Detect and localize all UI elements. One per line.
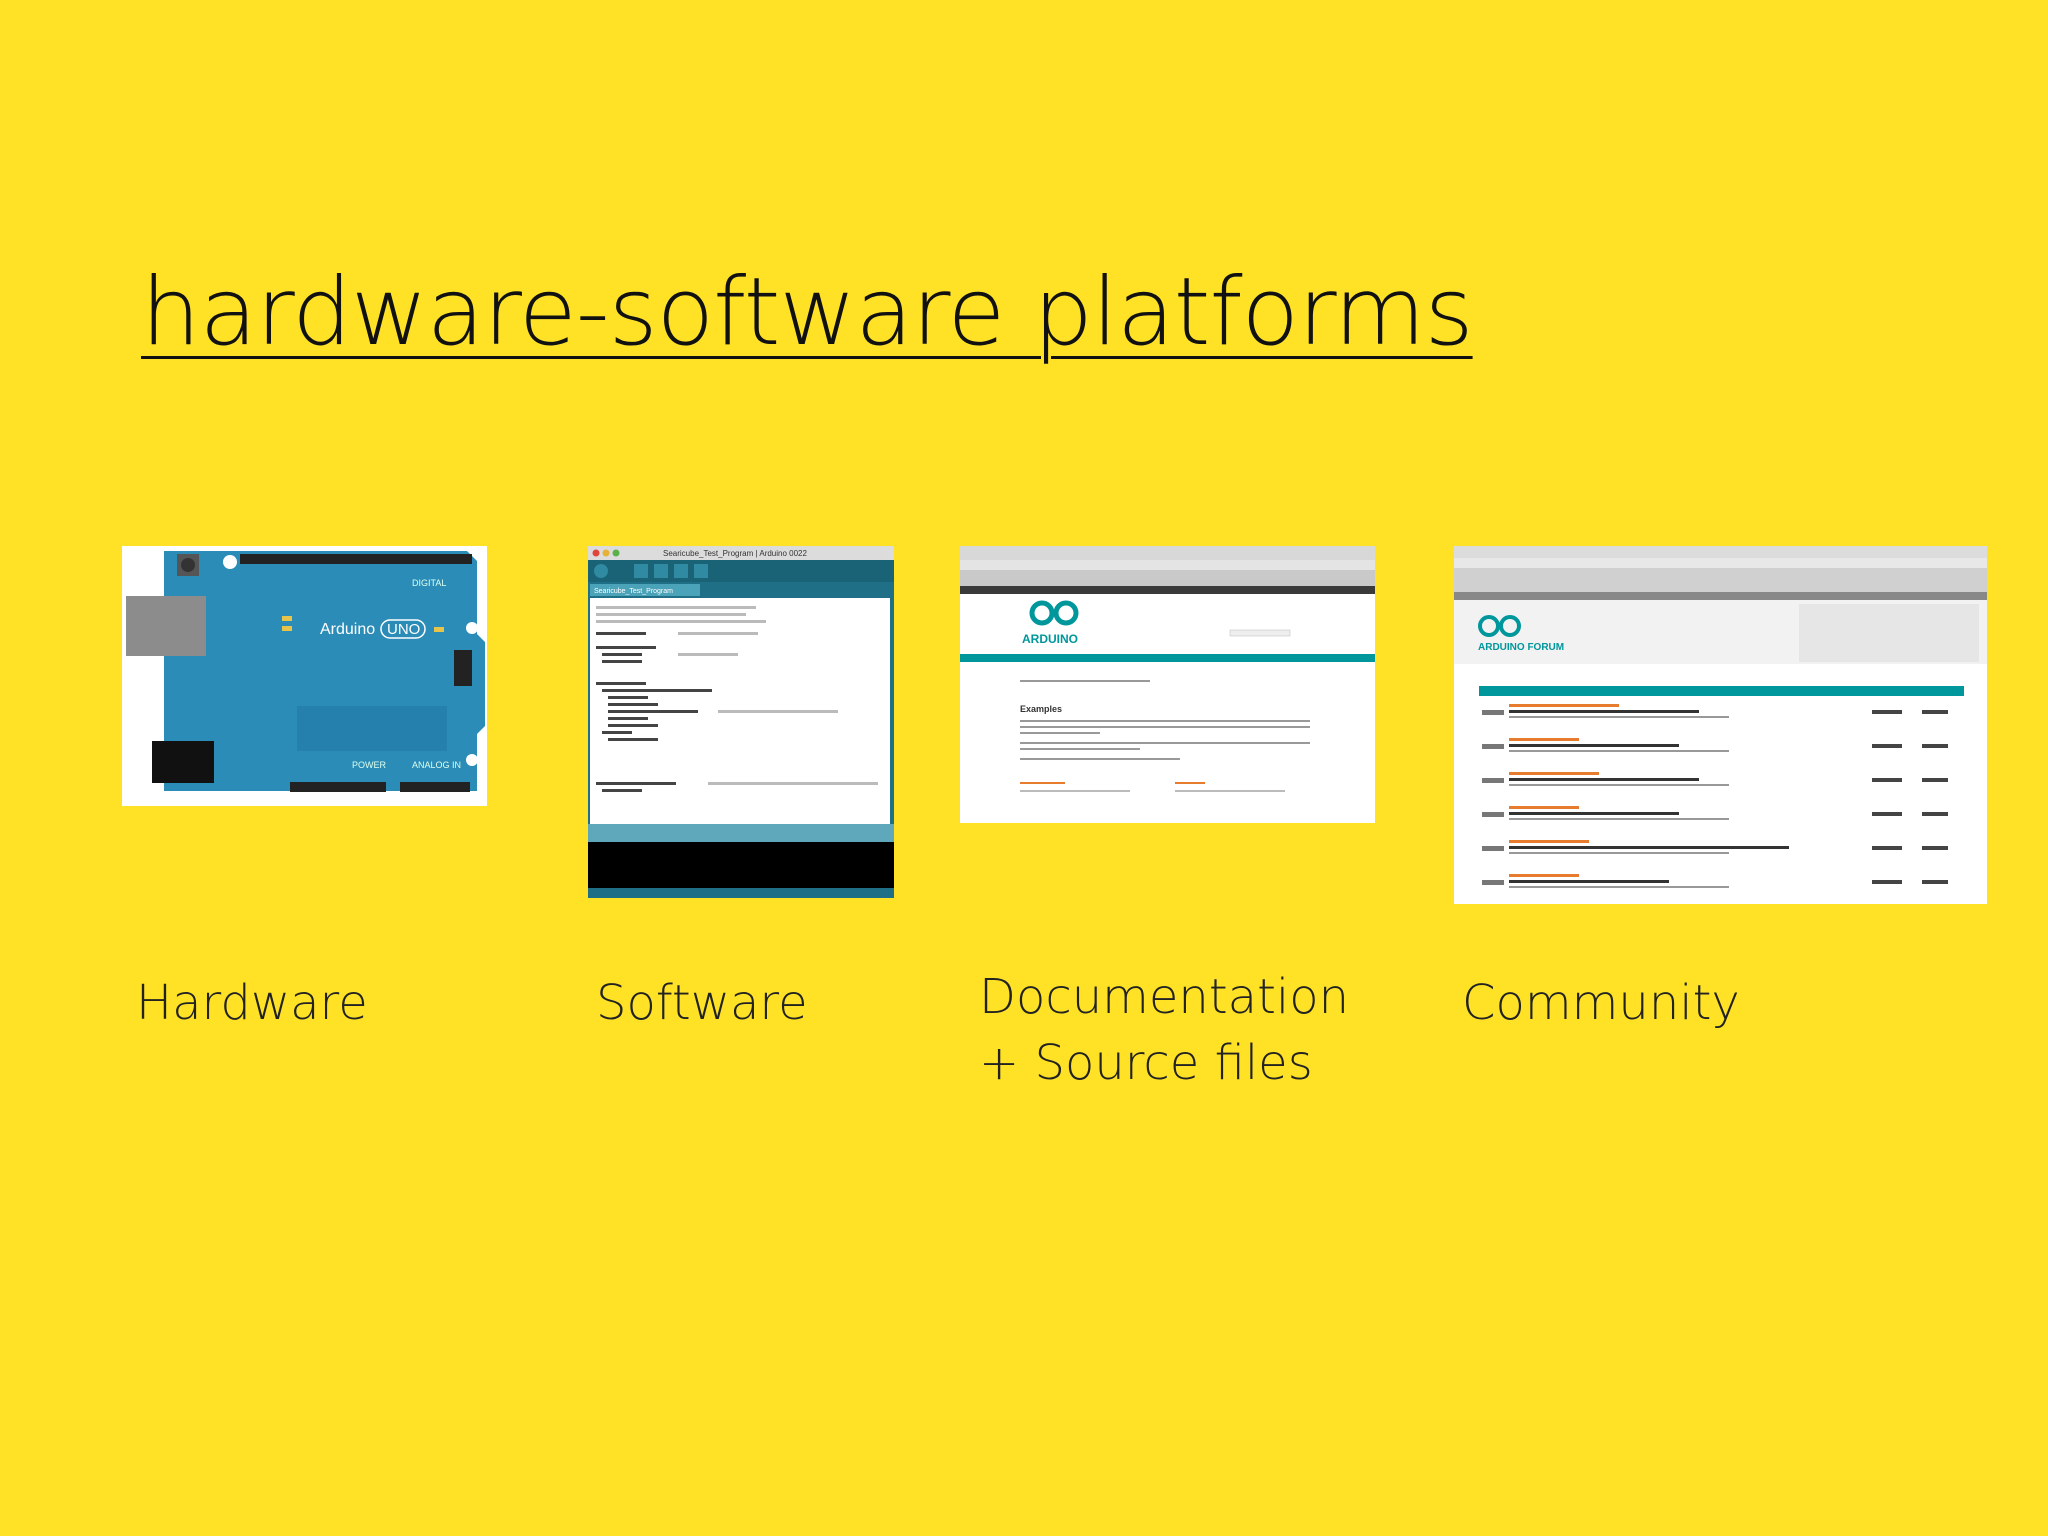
caption-community-text: Community [1462, 975, 1740, 1031]
svg-text:ARDUINO: ARDUINO [1022, 632, 1078, 646]
svg-text:Arduino: Arduino [320, 621, 375, 638]
caption-software: Software [596, 970, 808, 1036]
arduino-forum-screenshot: ARDUINO FORUM [1454, 546, 1987, 904]
svg-text:POWER: POWER [352, 760, 387, 770]
slide-title: hardware-software platforms [141, 258, 1474, 367]
caption-documentation: Documentation + Source files [979, 964, 1349, 1096]
caption-community: Community [1462, 970, 1740, 1036]
arduino-website-screenshot: ARDUINO Examples [960, 546, 1375, 823]
svg-text:DIGITAL: DIGITAL [412, 578, 446, 588]
arduino-ide-screenshot: Searicube_Test_Program | Arduino 0022 Se… [588, 546, 894, 898]
caption-hardware-text: Hardware [136, 975, 368, 1031]
caption-documentation-line2: + Source files [979, 1035, 1313, 1091]
svg-text:Searicube_Test_Program: Searicube_Test_Program [594, 588, 673, 595]
caption-software-text: Software [596, 975, 808, 1031]
caption-hardware: Hardware [136, 970, 368, 1036]
svg-text:UNO: UNO [387, 621, 420, 638]
svg-text:ARDUINO FORUM: ARDUINO FORUM [1478, 642, 1564, 653]
svg-text:Examples: Examples [1020, 704, 1062, 714]
svg-text:ANALOG IN: ANALOG IN [412, 760, 461, 770]
svg-text:Searicube_Test_Program | Ardui: Searicube_Test_Program | Arduino 0022 [663, 549, 807, 558]
arduino-board-image: Arduino UNO DIGITAL POWER ANALOG IN www.… [122, 546, 487, 806]
caption-documentation-line1: Documentation [979, 969, 1350, 1025]
